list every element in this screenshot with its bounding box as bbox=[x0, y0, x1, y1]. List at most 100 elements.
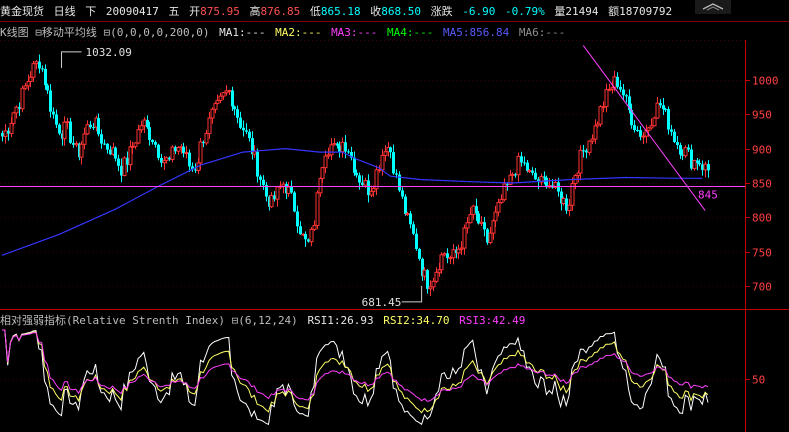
candle-body-down bbox=[687, 147, 690, 150]
candle-body-down bbox=[696, 160, 699, 163]
candle-body-down bbox=[157, 144, 160, 158]
candle-body-up bbox=[510, 173, 515, 176]
candle-body-up bbox=[516, 155, 521, 176]
candle-body-down bbox=[415, 233, 418, 249]
candle-body-up bbox=[380, 154, 385, 171]
candle-body-up bbox=[85, 124, 90, 135]
candle-body-down bbox=[622, 89, 625, 96]
candle-body-up bbox=[221, 92, 226, 97]
candle-body-up bbox=[227, 89, 232, 92]
candle-body-up bbox=[3, 130, 8, 137]
candle-body-down bbox=[358, 175, 361, 183]
candle-body-up bbox=[439, 254, 444, 271]
candle-body-up bbox=[491, 220, 496, 234]
rsi-line-rsi1 bbox=[2, 329, 709, 426]
candle-body-down bbox=[475, 206, 478, 214]
trend-line bbox=[582, 45, 706, 211]
candle-body-up bbox=[598, 106, 603, 125]
candle-body-down bbox=[543, 176, 546, 178]
candle-body-up bbox=[652, 117, 657, 127]
candle-body-up bbox=[329, 144, 334, 156]
candle-body-up bbox=[468, 214, 473, 224]
price-tick-label: 850 bbox=[752, 178, 772, 191]
candle-body-up bbox=[82, 133, 87, 145]
candlestick-series bbox=[1, 54, 710, 297]
candle-body-down bbox=[44, 68, 47, 86]
candle-body-down bbox=[55, 114, 58, 125]
candle-body-up bbox=[170, 146, 175, 160]
candle-body-down bbox=[673, 131, 676, 143]
candle-body-up bbox=[561, 197, 566, 204]
candle-body-up bbox=[136, 129, 141, 144]
candle-body-down bbox=[616, 76, 619, 87]
candle-body-up bbox=[431, 280, 436, 288]
candle-body-down bbox=[404, 196, 407, 215]
candle-body-up bbox=[218, 95, 223, 101]
candle-body-up bbox=[405, 213, 410, 216]
high-annotation-label: 1032.09 bbox=[86, 46, 132, 59]
price-tick-label: 1000 bbox=[752, 75, 779, 88]
candle-body-down bbox=[676, 142, 679, 146]
candle-body-down bbox=[146, 119, 149, 128]
candle-body-down bbox=[188, 152, 191, 167]
ma5-line bbox=[1, 147, 703, 256]
price-tick-label: 950 bbox=[752, 109, 772, 122]
price-tick-label: 700 bbox=[752, 281, 772, 294]
candle-body-up bbox=[323, 155, 328, 169]
candle-body-down bbox=[520, 156, 523, 163]
candle-body-down bbox=[262, 179, 265, 186]
candle-body-up bbox=[139, 125, 144, 131]
candle-body-up bbox=[488, 232, 493, 244]
candle-body-up bbox=[493, 211, 498, 222]
candle-body-up bbox=[369, 190, 374, 196]
candle-body-down bbox=[106, 143, 109, 150]
candle-body-up bbox=[62, 121, 67, 140]
candle-body-down bbox=[89, 124, 92, 128]
candle-body-up bbox=[451, 249, 456, 259]
candle-body-down bbox=[426, 270, 429, 289]
candle-body-up bbox=[207, 117, 212, 134]
candle-body-up bbox=[683, 147, 688, 157]
candle-body-down bbox=[293, 192, 296, 212]
rsi-series bbox=[2, 329, 709, 426]
candle-body-up bbox=[318, 177, 323, 194]
candle-body-up bbox=[286, 186, 291, 194]
candle-body-up bbox=[79, 143, 84, 158]
candle-body-up bbox=[692, 160, 697, 170]
candle-body-up bbox=[309, 228, 314, 243]
candle-body-up bbox=[587, 140, 592, 153]
candle-body-up bbox=[604, 89, 609, 108]
candle-body-down bbox=[707, 164, 710, 171]
candle-body-down bbox=[523, 162, 526, 164]
support-level-label: 845 bbox=[698, 189, 718, 202]
candle-body-down bbox=[304, 234, 307, 240]
candle-body-up bbox=[655, 102, 660, 119]
candle-body-up bbox=[703, 163, 708, 171]
candle-body-down bbox=[290, 186, 293, 193]
candle-body-up bbox=[479, 221, 484, 224]
candle-body-up bbox=[462, 227, 467, 249]
candle-body-down bbox=[248, 131, 251, 139]
candle-body-down bbox=[483, 222, 486, 230]
candle-body-down bbox=[670, 129, 673, 132]
rsi-line-rsi3 bbox=[2, 329, 709, 402]
candle-body-down bbox=[259, 176, 262, 180]
candle-body-up bbox=[374, 169, 379, 190]
candle-body-up bbox=[9, 122, 14, 135]
rsi-tick-label: 50 bbox=[752, 374, 765, 387]
candle-body-up bbox=[456, 248, 461, 254]
candle-body-up bbox=[14, 106, 19, 114]
candle-body-down bbox=[46, 85, 49, 91]
candle-body-up bbox=[465, 222, 470, 229]
candle-body-down bbox=[97, 118, 100, 135]
candle-body-up bbox=[122, 157, 127, 177]
candle-body-down bbox=[619, 86, 622, 90]
candle-body-down bbox=[667, 109, 670, 130]
candle-body-down bbox=[49, 90, 52, 112]
chart-canvas[interactable]: 845 1032.09 681.45 1000 950 900 850 800 750 700 5… bbox=[0, 0, 789, 432]
candle-body-down bbox=[151, 139, 154, 143]
candle-body-up bbox=[320, 167, 325, 179]
candle-body-down bbox=[395, 173, 398, 175]
candle-body-down bbox=[58, 124, 61, 134]
candle-body-up bbox=[28, 76, 33, 83]
